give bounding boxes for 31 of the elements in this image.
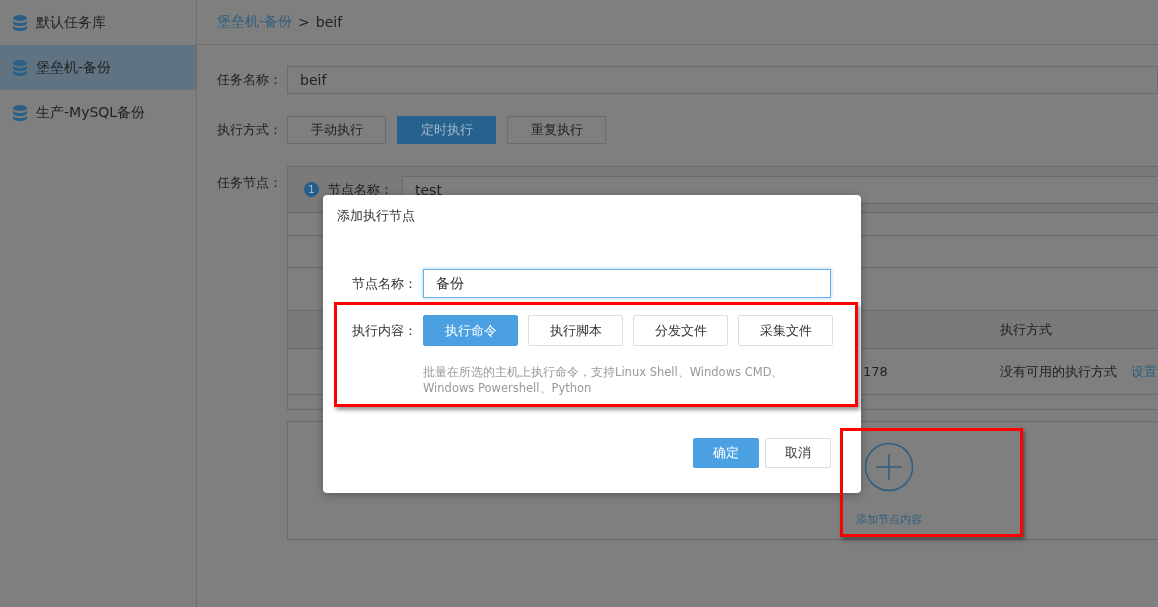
task-name-field[interactable]: beif bbox=[287, 66, 1158, 94]
cancel-button[interactable]: 取消 bbox=[765, 438, 831, 468]
hint-text: 批量在所选的主机上执行命令，支持Linux Shell、Windows CMD、Windows Powershell、Python bbox=[423, 364, 785, 396]
breadcrumb-current: beif bbox=[315, 14, 343, 30]
database-icon bbox=[13, 104, 27, 121]
field-label: 节点名称： bbox=[352, 274, 418, 293]
step-number-badge: 1 bbox=[304, 182, 319, 197]
dialog-title: 添加执行节点 bbox=[337, 207, 415, 225]
table-cell-text: 178 bbox=[863, 364, 889, 379]
mode-button[interactable]: 手动执行 bbox=[287, 116, 386, 144]
sidebar-item[interactable]: 生产-MySQL备份 bbox=[0, 90, 196, 135]
plus-circle-icon bbox=[864, 442, 914, 492]
field-label: 执行内容： bbox=[352, 321, 418, 340]
field-label: 执行方式： bbox=[217, 121, 283, 139]
sidebar-item[interactable]: 默认任务库 bbox=[0, 0, 196, 45]
database-icon bbox=[13, 59, 27, 76]
field-label: 任务名称： bbox=[217, 71, 283, 89]
content-type-button[interactable]: 执行命令 bbox=[423, 315, 518, 346]
mode-button[interactable]: 重复执行 bbox=[507, 116, 606, 144]
content-type-button[interactable]: 采集文件 bbox=[738, 315, 833, 346]
sidebar-item[interactable]: 堡垒机-备份 bbox=[0, 45, 196, 90]
database-icon bbox=[13, 14, 27, 31]
field-label: 任务节点： bbox=[217, 174, 283, 192]
node-name-field[interactable]: 备份 bbox=[423, 269, 831, 298]
content-type-button[interactable]: 执行脚本 bbox=[528, 315, 623, 346]
mode-button[interactable]: 定时执行 bbox=[397, 116, 496, 144]
confirm-button[interactable]: 确定 bbox=[693, 438, 759, 468]
column-header: 执行方式 bbox=[1000, 320, 1053, 339]
content-type-button[interactable]: 分发文件 bbox=[633, 315, 728, 346]
breadcrumb-separator: > bbox=[298, 14, 310, 30]
table-cell: 没有可用的执行方式 bbox=[1000, 362, 1117, 381]
